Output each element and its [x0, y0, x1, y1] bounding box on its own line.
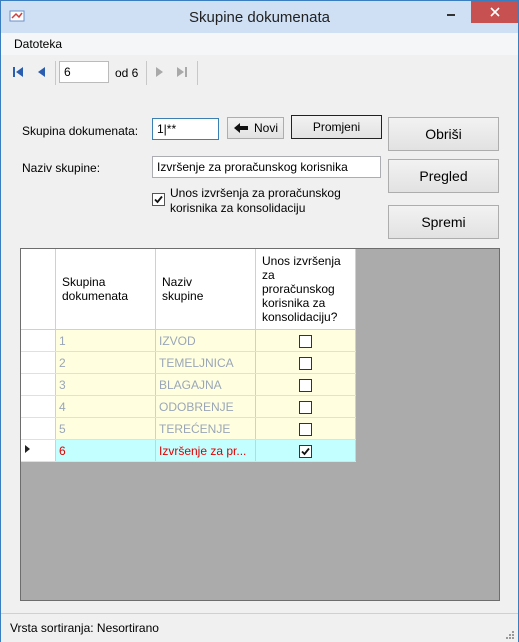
- pregled-button[interactable]: Pregled: [388, 159, 499, 193]
- data-grid[interactable]: Skupina dokumenata Naziv skupine Unos iz…: [20, 248, 500, 601]
- back-arrow-icon: [233, 123, 248, 133]
- promjeni-button[interactable]: Promjeni: [291, 115, 382, 139]
- konsolidacija-label: Unos izvršenja za proračunskog korisnika…: [170, 186, 341, 216]
- row-checkbox[interactable]: [299, 422, 312, 436]
- cell-naziv[interactable]: IZVOD: [155, 329, 256, 352]
- menu-datoteka[interactable]: Datoteka: [14, 37, 62, 51]
- novi-button[interactable]: Novi: [227, 117, 284, 139]
- first-record-icon[interactable]: [10, 64, 26, 80]
- resize-grip-icon[interactable]: [504, 629, 514, 639]
- cell-naziv[interactable]: TEMELJNICA: [155, 351, 256, 374]
- naziv-input[interactable]: Izvršenje za proračunskog korisnika: [152, 156, 381, 178]
- row-checkbox[interactable]: [299, 444, 312, 458]
- cell-konsolidacija[interactable]: [255, 351, 356, 374]
- cell-skupina[interactable]: 4: [55, 395, 156, 418]
- konsolidacija-checkbox[interactable]: [152, 193, 165, 206]
- row-header[interactable]: [21, 439, 56, 462]
- minimize-icon: [447, 14, 455, 16]
- cell-naziv[interactable]: BLAGAJNA: [155, 373, 256, 396]
- table-row[interactable]: 1 IZVOD: [21, 329, 356, 352]
- cell-naziv[interactable]: ODOBRENJE: [155, 395, 256, 418]
- current-row-arrow-icon: [25, 445, 30, 453]
- cell-skupina[interactable]: 2: [55, 351, 156, 374]
- sort-status: Vrsta sortiranja: Nesortirano: [10, 621, 159, 635]
- cell-skupina[interactable]: 5: [55, 417, 156, 440]
- last-record-icon[interactable]: [174, 64, 190, 80]
- table-row-selected[interactable]: 6 Izvršenje za pr...: [21, 439, 356, 462]
- cell-konsolidacija[interactable]: [255, 395, 356, 418]
- col-header-konsolidacija-line4: korisnika za: [262, 296, 326, 310]
- cell-konsolidacija[interactable]: [255, 329, 356, 352]
- col-header-naziv-line2: skupine: [162, 289, 204, 303]
- skupina-input[interactable]: 1|**: [152, 118, 219, 140]
- novi-label: Novi: [253, 121, 278, 135]
- nav-separator: [146, 61, 147, 85]
- row-header[interactable]: [21, 417, 56, 440]
- promjeni-label: Promjeni: [312, 120, 361, 134]
- grid-header-row: Skupina dokumenata Naziv skupine Unos iz…: [21, 249, 356, 330]
- row-checkbox[interactable]: [299, 378, 312, 392]
- naziv-label: Naziv skupine:: [22, 161, 101, 175]
- col-header-konsolidacija-line3: proračunskog: [262, 282, 335, 296]
- close-button[interactable]: [471, 1, 518, 23]
- record-count-label: od 6: [115, 66, 139, 80]
- cell-skupina[interactable]: 6: [55, 439, 156, 462]
- row-checkbox[interactable]: [299, 334, 312, 348]
- grid-table: Skupina dokumenata Naziv skupine Unos iz…: [21, 249, 356, 462]
- skupina-label: Skupina dokumenata:: [22, 124, 139, 138]
- row-checkbox[interactable]: [299, 356, 312, 370]
- close-icon: [489, 7, 500, 17]
- row-header[interactable]: [21, 351, 56, 374]
- row-checkbox[interactable]: [299, 400, 312, 414]
- cell-konsolidacija[interactable]: [255, 439, 356, 462]
- spremi-button[interactable]: Spremi: [388, 205, 499, 239]
- cell-konsolidacija[interactable]: [255, 417, 356, 440]
- col-header-konsolidacija-line2: za: [262, 268, 275, 282]
- record-position-input[interactable]: [59, 61, 109, 83]
- table-row[interactable]: 3 BLAGAJNA: [21, 373, 356, 396]
- table-row[interactable]: 5 TEREĆENJE: [21, 417, 356, 440]
- previous-record-icon[interactable]: [34, 64, 50, 80]
- col-header-konsolidacija-line1: Unos izvršenja: [262, 254, 341, 268]
- table-row[interactable]: 4 ODOBRENJE: [21, 395, 356, 418]
- row-header-corner: [21, 249, 56, 330]
- konsolidacija-label-line1: Unos izvršenja za proračunskog: [170, 186, 341, 200]
- status-bar: Vrsta sortiranja: Nesortirano: [1, 613, 518, 642]
- table-row[interactable]: 2 TEMELJNICA: [21, 351, 356, 374]
- nav-separator: [197, 61, 198, 85]
- title-bar: Skupine dokumenata: [1, 1, 518, 33]
- cell-naziv[interactable]: TEREĆENJE: [155, 417, 256, 440]
- col-header-skupina-line2: dokumenata: [62, 289, 129, 303]
- col-header-konsolidacija-line5: konsolidaciju?: [262, 310, 338, 324]
- cell-skupina[interactable]: 3: [55, 373, 156, 396]
- cell-konsolidacija[interactable]: [255, 373, 356, 396]
- nav-separator: [55, 61, 56, 85]
- row-header[interactable]: [21, 373, 56, 396]
- checkmark-icon: [154, 195, 163, 204]
- konsolidacija-label-line2: korisnika za konsolidaciju: [170, 201, 306, 215]
- row-header[interactable]: [21, 329, 56, 352]
- obrisi-button[interactable]: Obriši: [388, 117, 499, 151]
- col-header-skupina[interactable]: Skupina dokumenata: [55, 249, 156, 330]
- cell-naziv[interactable]: Izvršenje za pr...: [155, 439, 256, 462]
- col-header-skupina-line1: Skupina: [62, 275, 106, 289]
- col-header-konsolidacija[interactable]: Unos izvršenja za proračunskog korisnika…: [255, 249, 356, 330]
- minimize-button[interactable]: [438, 1, 464, 23]
- col-header-naziv[interactable]: Naziv skupine: [155, 249, 256, 330]
- row-header[interactable]: [21, 395, 56, 418]
- next-record-icon[interactable]: [151, 64, 167, 80]
- menu-bar: Datoteka: [1, 33, 518, 55]
- col-header-naziv-line1: Naziv: [162, 275, 193, 289]
- cell-skupina[interactable]: 1: [55, 329, 156, 352]
- checkmark-icon: [301, 447, 310, 455]
- app-window: Skupine dokumenata Datoteka 6 od 6 Skupi…: [0, 0, 519, 642]
